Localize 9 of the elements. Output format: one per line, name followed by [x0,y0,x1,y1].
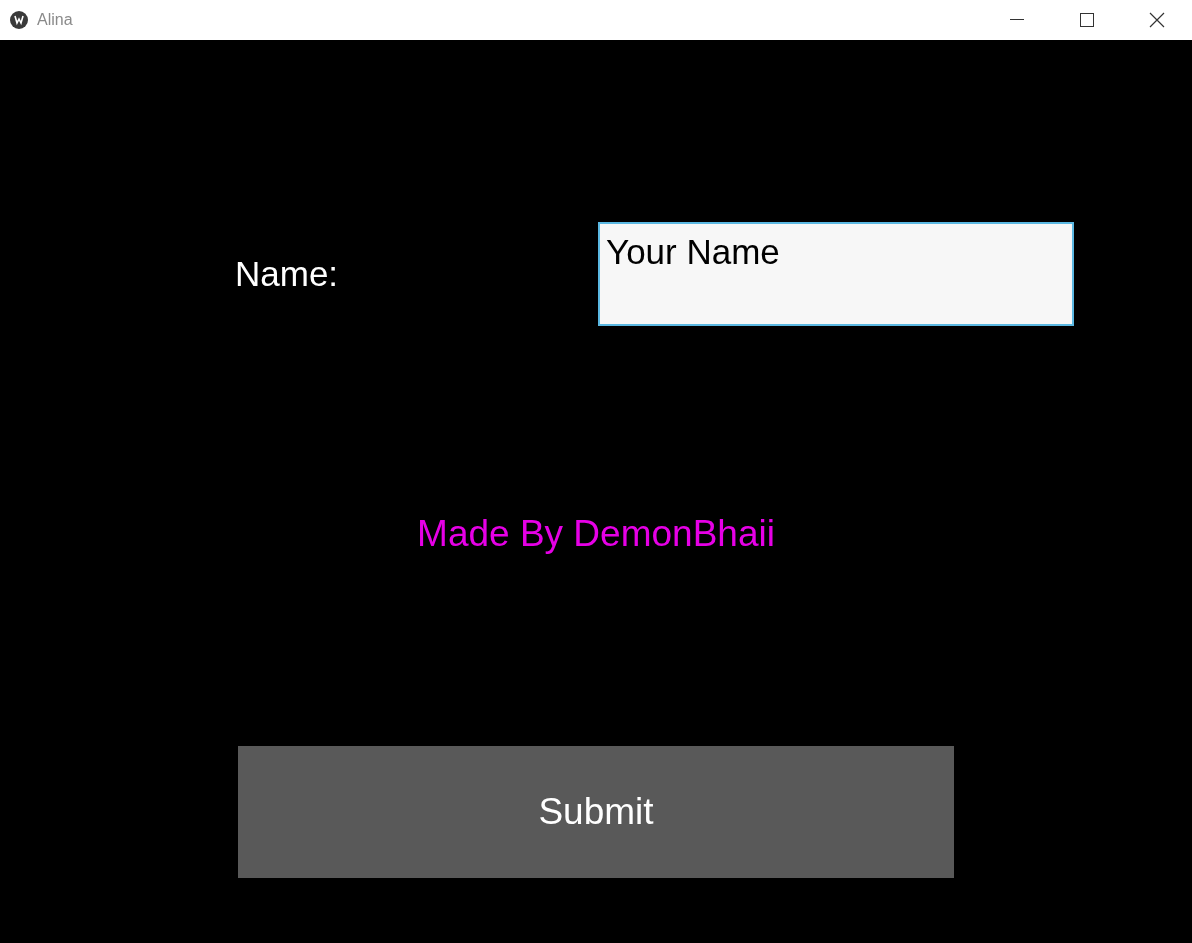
minimize-icon [1010,19,1024,21]
name-label: Name: [235,252,339,295]
credit-text: Made By DemonBhaii [417,512,775,556]
name-input-field[interactable]: Your Name [598,222,1074,326]
maximize-icon [1080,13,1094,27]
close-icon [1149,12,1165,28]
window-title: Alina [37,10,73,30]
submit-button[interactable]: Submit [238,745,954,878]
app-logo-icon [10,11,28,29]
